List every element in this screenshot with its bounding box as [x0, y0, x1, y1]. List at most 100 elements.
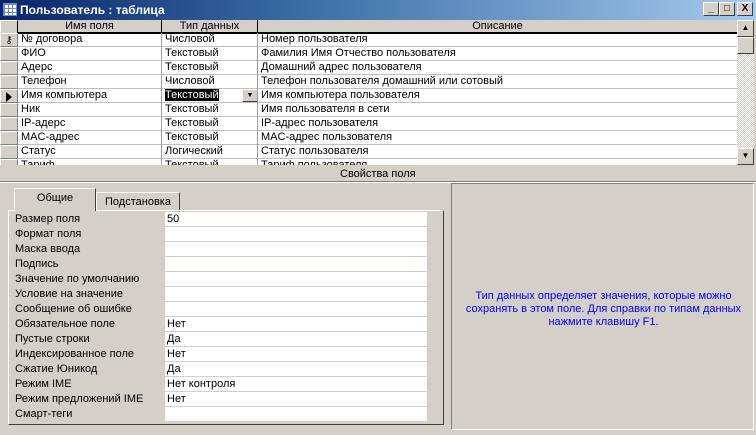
- data-type-cell[interactable]: Текстовый: [162, 47, 258, 61]
- field-name-cell[interactable]: ФИО: [18, 47, 162, 61]
- property-value-input[interactable]: Нет: [165, 317, 427, 331]
- data-type-cell[interactable]: Числовой: [162, 75, 258, 89]
- field-name-cell[interactable]: Имя компьютера: [18, 89, 162, 103]
- property-row: Условие на значение: [15, 287, 427, 302]
- row-selector[interactable]: [0, 89, 18, 103]
- row-selector[interactable]: [0, 47, 18, 61]
- row-selector[interactable]: [0, 117, 18, 131]
- field-name-cell[interactable]: Адерс: [18, 61, 162, 75]
- property-row: Значение по умолчанию: [15, 272, 427, 287]
- data-type-cell[interactable]: Логический: [162, 145, 258, 159]
- table-row[interactable]: Статус Логический Статус пользователя: [0, 145, 737, 159]
- property-row: Пустые строки Да: [15, 332, 427, 347]
- row-selector[interactable]: ⚷: [0, 33, 18, 47]
- description-cell[interactable]: Номер пользователя: [258, 33, 737, 47]
- data-type-cell[interactable]: Числовой: [162, 33, 258, 47]
- property-row: Сообщение об ошибке: [15, 302, 427, 317]
- property-row: Размер поля 50: [15, 212, 427, 227]
- data-type-value: Логический: [165, 145, 223, 157]
- property-row: Режим предложений IME Нет: [15, 392, 427, 407]
- grid-header: Имя поля Тип данных Описание: [0, 20, 737, 34]
- description-cell[interactable]: Имя пользователя в сети: [258, 103, 737, 117]
- header-selector[interactable]: [0, 20, 18, 34]
- property-value-input[interactable]: Да: [165, 332, 427, 346]
- property-value-input[interactable]: Нет: [165, 392, 427, 406]
- row-selector[interactable]: [0, 131, 18, 145]
- description-cell[interactable]: Тариф пользователя: [258, 159, 737, 165]
- property-value-input[interactable]: [165, 227, 427, 241]
- minimize-button[interactable]: _: [703, 2, 719, 16]
- property-label: Значение по умолчанию: [15, 273, 140, 285]
- property-value-input[interactable]: [165, 272, 427, 286]
- description-cell[interactable]: Телефон пользователя домашний или сотовы…: [258, 75, 737, 89]
- table-row[interactable]: Ник Текстовый Имя пользователя в сети: [0, 103, 737, 117]
- close-button[interactable]: X: [737, 2, 753, 16]
- maximize-button[interactable]: □: [719, 2, 735, 16]
- row-selector[interactable]: [0, 61, 18, 75]
- data-type-value: Текстовый: [165, 117, 219, 129]
- data-type-value: Текстовый: [165, 61, 219, 73]
- tab-general[interactable]: Общие: [14, 188, 96, 211]
- property-value-input[interactable]: [165, 302, 427, 316]
- row-selector[interactable]: [0, 103, 18, 117]
- general-properties-panel: Размер поля 50 Формат поля Маска ввода Подпи…: [8, 210, 444, 425]
- field-name-cell[interactable]: Статус: [18, 145, 162, 159]
- property-value-input[interactable]: Нет: [165, 347, 427, 361]
- table-row[interactable]: ФИО Текстовый Фамилия Имя Отчество польз…: [0, 47, 737, 61]
- data-type-value: Числовой: [165, 33, 215, 45]
- table-row[interactable]: ⚷ № договора Числовой Номер пользователя: [0, 33, 737, 47]
- data-type-cell[interactable]: Текстовый: [162, 61, 258, 75]
- data-type-value[interactable]: Текстовый: [165, 89, 219, 101]
- vertical-scrollbar[interactable]: ▲ ▼: [737, 20, 754, 165]
- property-value-input[interactable]: [165, 242, 427, 256]
- current-row-arrow-icon: [6, 92, 12, 102]
- description-cell[interactable]: Имя компьютера пользователя: [258, 89, 737, 103]
- description-cell[interactable]: MAC-адрес пользователя: [258, 131, 737, 145]
- property-label: Смарт-теги: [15, 408, 73, 420]
- title-bar[interactable]: Пользователь : таблица _ □ X: [0, 0, 756, 20]
- data-type-cell[interactable]: Текстовый ▼: [162, 89, 258, 103]
- property-row: Обязательное поле Нет: [15, 317, 427, 332]
- data-type-cell[interactable]: Текстовый: [162, 117, 258, 131]
- data-type-cell[interactable]: Текстовый: [162, 131, 258, 145]
- property-value-input[interactable]: Да: [165, 362, 427, 376]
- tab-lookup[interactable]: Подстановка: [96, 192, 180, 212]
- dropdown-arrow-icon[interactable]: ▼: [242, 89, 257, 102]
- field-name-cell[interactable]: IP-адерс: [18, 117, 162, 131]
- field-name-cell[interactable]: MAC-адрес: [18, 131, 162, 145]
- field-name-cell[interactable]: Ник: [18, 103, 162, 117]
- help-text: Тип данных определяет значения, которые …: [465, 290, 742, 328]
- property-row: Подпись: [15, 257, 427, 272]
- scroll-down-button[interactable]: ▼: [737, 148, 754, 165]
- table-row[interactable]: MAC-адрес Текстовый MAC-адрес пользовате…: [0, 131, 737, 145]
- description-cell[interactable]: Фамилия Имя Отчество пользователя: [258, 47, 737, 61]
- description-cell[interactable]: Статус пользователя: [258, 145, 737, 159]
- field-name-cell[interactable]: № договора: [18, 33, 162, 47]
- data-type-cell[interactable]: Текстовый: [162, 159, 258, 165]
- table-row[interactable]: Тариф Текстовый Тариф пользователя: [0, 159, 737, 165]
- property-value-input[interactable]: Нет контроля: [165, 377, 427, 391]
- property-value-input[interactable]: [165, 287, 427, 301]
- property-value-input[interactable]: 50: [165, 212, 427, 226]
- row-selector[interactable]: [0, 145, 18, 159]
- scroll-up-button[interactable]: ▲: [737, 20, 754, 37]
- description-cell[interactable]: IP-адрес пользователя: [258, 117, 737, 131]
- property-value-input[interactable]: [165, 407, 427, 421]
- description-cell[interactable]: Домашний адрес пользователя: [258, 61, 737, 75]
- field-name-cell[interactable]: Тариф: [18, 159, 162, 165]
- row-selector[interactable]: [0, 75, 18, 89]
- property-row: Формат поля: [15, 227, 427, 242]
- field-properties-label: Свойства поля: [340, 168, 416, 180]
- row-selector[interactable]: [0, 159, 18, 165]
- table-row[interactable]: IP-адерс Текстовый IP-адрес пользователя: [0, 117, 737, 131]
- table-row[interactable]: Имя компьютера Текстовый ▼ Имя компьютера…: [0, 89, 737, 103]
- property-row: Маска ввода: [15, 242, 427, 257]
- property-label: Обязательное поле: [15, 318, 116, 330]
- table-row[interactable]: Телефон Числовой Телефон пользователя до…: [0, 75, 737, 89]
- field-name-cell[interactable]: Телефон: [18, 75, 162, 89]
- scroll-thumb[interactable]: [737, 37, 754, 54]
- data-type-cell[interactable]: Текстовый: [162, 103, 258, 117]
- help-panel: Тип данных определяет значения, которые …: [451, 183, 754, 430]
- table-row[interactable]: Адерс Текстовый Домашний адрес пользоват…: [0, 61, 737, 75]
- property-value-input[interactable]: [165, 257, 427, 271]
